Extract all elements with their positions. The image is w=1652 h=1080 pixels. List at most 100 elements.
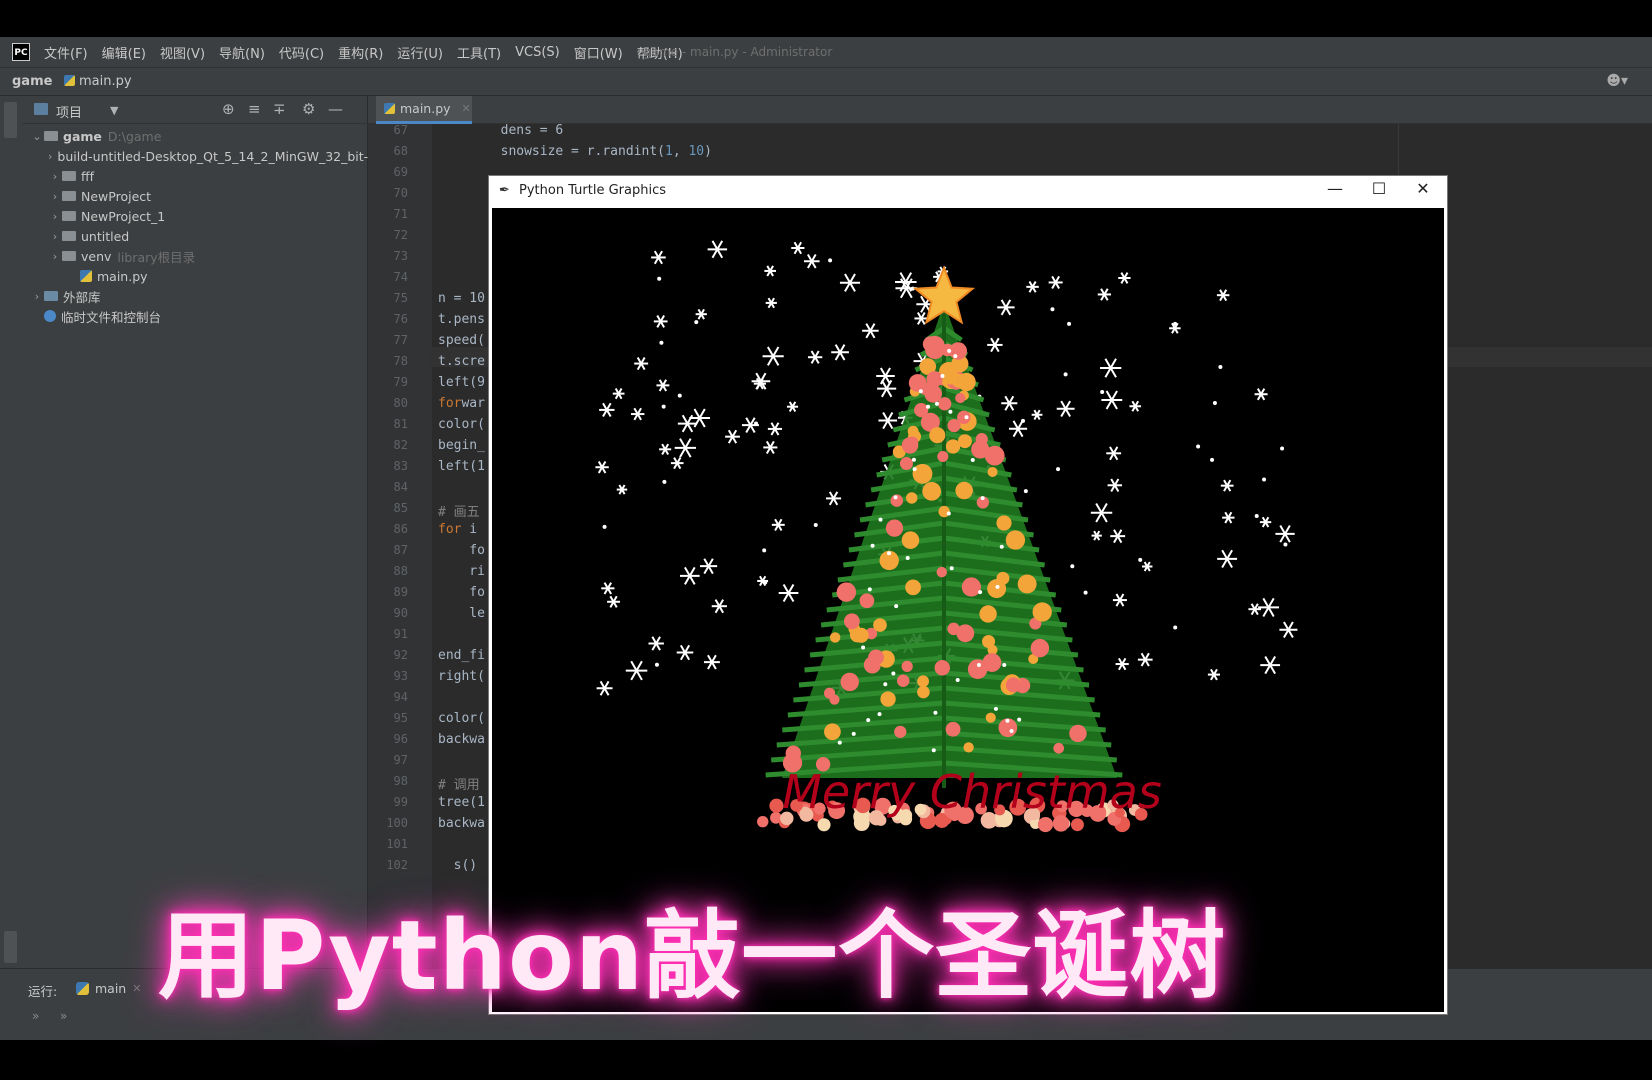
snow-dot	[1262, 477, 1267, 482]
snow-dot	[1050, 307, 1055, 312]
menu-item[interactable]: 重构(R)	[338, 43, 383, 62]
tree-item[interactable]: › 外部库	[22, 286, 368, 306]
window-title: game - main.py - Administrator	[644, 45, 833, 59]
code-line[interactable]: color(	[438, 711, 485, 726]
merry-christmas-text: Merry Christmas	[782, 765, 1162, 819]
tree-sparkle	[866, 718, 871, 723]
locate-file-icon[interactable]: ⊕	[222, 100, 235, 118]
snow-dot	[1218, 365, 1223, 370]
menu-item[interactable]: 导航(N)	[219, 43, 265, 62]
chevron-down-icon[interactable]: ⌄	[30, 130, 44, 143]
overlay-caption: 用Python敲一个圣诞树	[158, 900, 1227, 1012]
snow-dot	[657, 276, 662, 281]
line-number: 96	[393, 732, 408, 746]
minimize-icon[interactable]: —	[1315, 179, 1355, 198]
code-line[interactable]: # 画五	[438, 501, 480, 520]
menu-item[interactable]: 文件(F)	[44, 43, 88, 62]
code-line[interactable]: fo	[438, 585, 485, 600]
code-line[interactable]: le	[438, 606, 485, 621]
gear-icon[interactable]: ⚙	[302, 100, 315, 118]
snow-dot	[1063, 372, 1068, 377]
code-line[interactable]: s()	[438, 858, 478, 873]
breadcrumb-project[interactable]: game	[12, 74, 52, 89]
code-line[interactable]: backwa	[438, 816, 485, 831]
tree-item[interactable]: main.py	[22, 266, 368, 286]
ornament	[901, 437, 919, 454]
tree-sparkle	[851, 731, 856, 736]
chevron-right-icon[interactable]: ›	[48, 190, 62, 203]
run-tab-main[interactable]: main ✕	[76, 977, 141, 999]
chevron-right-icon[interactable]: ›	[30, 290, 44, 303]
chevron-right-icon[interactable]: ›	[48, 170, 62, 183]
code-line[interactable]: fo	[438, 543, 485, 558]
code-line[interactable]: # 调用	[438, 774, 480, 793]
tree-sparkle	[1009, 728, 1014, 733]
code-line[interactable]: backwa	[438, 732, 485, 747]
code-line[interactable]: t.scre	[438, 354, 485, 369]
tree-item[interactable]: › fff	[22, 166, 368, 186]
menu-item[interactable]: 运行(U)	[397, 43, 443, 62]
bookmarks-tool-button[interactable]	[4, 931, 17, 963]
menu-item[interactable]: 窗口(W)	[574, 43, 623, 62]
tree-item[interactable]: › NewProject_1	[22, 206, 368, 226]
ornament	[868, 649, 884, 666]
hide-panel-icon[interactable]: —	[328, 100, 343, 118]
close-tab-icon[interactable]: ✕	[462, 102, 471, 115]
turtle-window-titlebar[interactable]: ✒ Python Turtle Graphics — ☐ ✕	[489, 176, 1447, 208]
code-line[interactable]: dens = 6	[438, 123, 564, 138]
tree-item[interactable]: 临时文件和控制台	[22, 306, 368, 326]
python-file-icon	[64, 75, 75, 86]
tree-sparkle	[949, 566, 954, 571]
code-line[interactable]: for i	[438, 522, 485, 537]
breadcrumb-file[interactable]: main.py	[64, 74, 132, 89]
code-line[interactable]: begin_	[438, 438, 485, 453]
ornament	[1030, 638, 1050, 658]
user-icon[interactable]: ☻▾	[1606, 73, 1628, 89]
project-tool-button[interactable]	[4, 102, 17, 138]
code-line[interactable]: color(	[438, 417, 485, 432]
menu-item[interactable]: 编辑(E)	[102, 43, 146, 62]
expand-icon-2[interactable]: »	[60, 1009, 67, 1023]
code-line[interactable]: snowsize = r.randint(1, 10)	[438, 144, 712, 159]
project-panel-title[interactable]: 项目	[56, 102, 82, 121]
code-line[interactable]: ri	[438, 564, 485, 579]
expand-all-icon[interactable]: ≡	[248, 100, 261, 118]
tree-item-label: main.py	[97, 268, 148, 284]
close-run-tab-icon[interactable]: ✕	[132, 982, 141, 995]
snow-dot	[1083, 590, 1088, 595]
code-line[interactable]: speed(	[438, 333, 485, 348]
line-number: 98	[393, 774, 408, 788]
code-line[interactable]: tree(1	[438, 795, 485, 810]
code-line[interactable]: n = 10	[438, 291, 485, 306]
dropdown-arrow-icon[interactable]: ▼	[110, 104, 118, 117]
menu-item[interactable]: 代码(C)	[279, 43, 324, 62]
menu-item[interactable]: 视图(V)	[160, 43, 205, 62]
tab-main-py[interactable]: main.py ✕	[376, 96, 472, 124]
code-line[interactable]: forwar	[438, 396, 485, 411]
code-line[interactable]: left(9	[438, 375, 485, 390]
code-line[interactable]: right(	[438, 669, 485, 684]
tree-sparkle	[867, 587, 872, 592]
maximize-icon[interactable]: ☐	[1359, 179, 1399, 198]
menu-item[interactable]: VCS(S)	[515, 45, 560, 60]
collapse-all-icon[interactable]: ∓	[273, 100, 286, 118]
tree-sparkle	[955, 677, 960, 682]
snow-dot	[1173, 625, 1178, 630]
menu-item[interactable]: 工具(T)	[457, 43, 501, 62]
chevron-right-icon[interactable]: ›	[48, 230, 62, 243]
tree-item[interactable]: › untitled	[22, 226, 368, 246]
tree-item[interactable]: › build-untitled-Desktop_Qt_5_14_2_MinGW_…	[22, 146, 368, 166]
chevron-right-icon[interactable]: ›	[48, 150, 52, 163]
code-line[interactable]: t.pens	[438, 312, 485, 327]
chevron-right-icon[interactable]: ›	[48, 250, 62, 263]
code-line[interactable]: end_fi	[438, 648, 485, 663]
line-number: 82	[393, 438, 408, 452]
snow-dot	[1196, 444, 1201, 449]
close-icon[interactable]: ✕	[1403, 179, 1443, 198]
tree-item[interactable]: › venv library根目录	[22, 246, 368, 266]
chevron-right-icon[interactable]: ›	[48, 210, 62, 223]
tree-item[interactable]: › NewProject	[22, 186, 368, 206]
tree-item[interactable]: ⌄ game D:\game	[22, 126, 368, 146]
expand-icon[interactable]: »	[32, 1009, 39, 1023]
code-line[interactable]: left(1	[438, 459, 485, 474]
